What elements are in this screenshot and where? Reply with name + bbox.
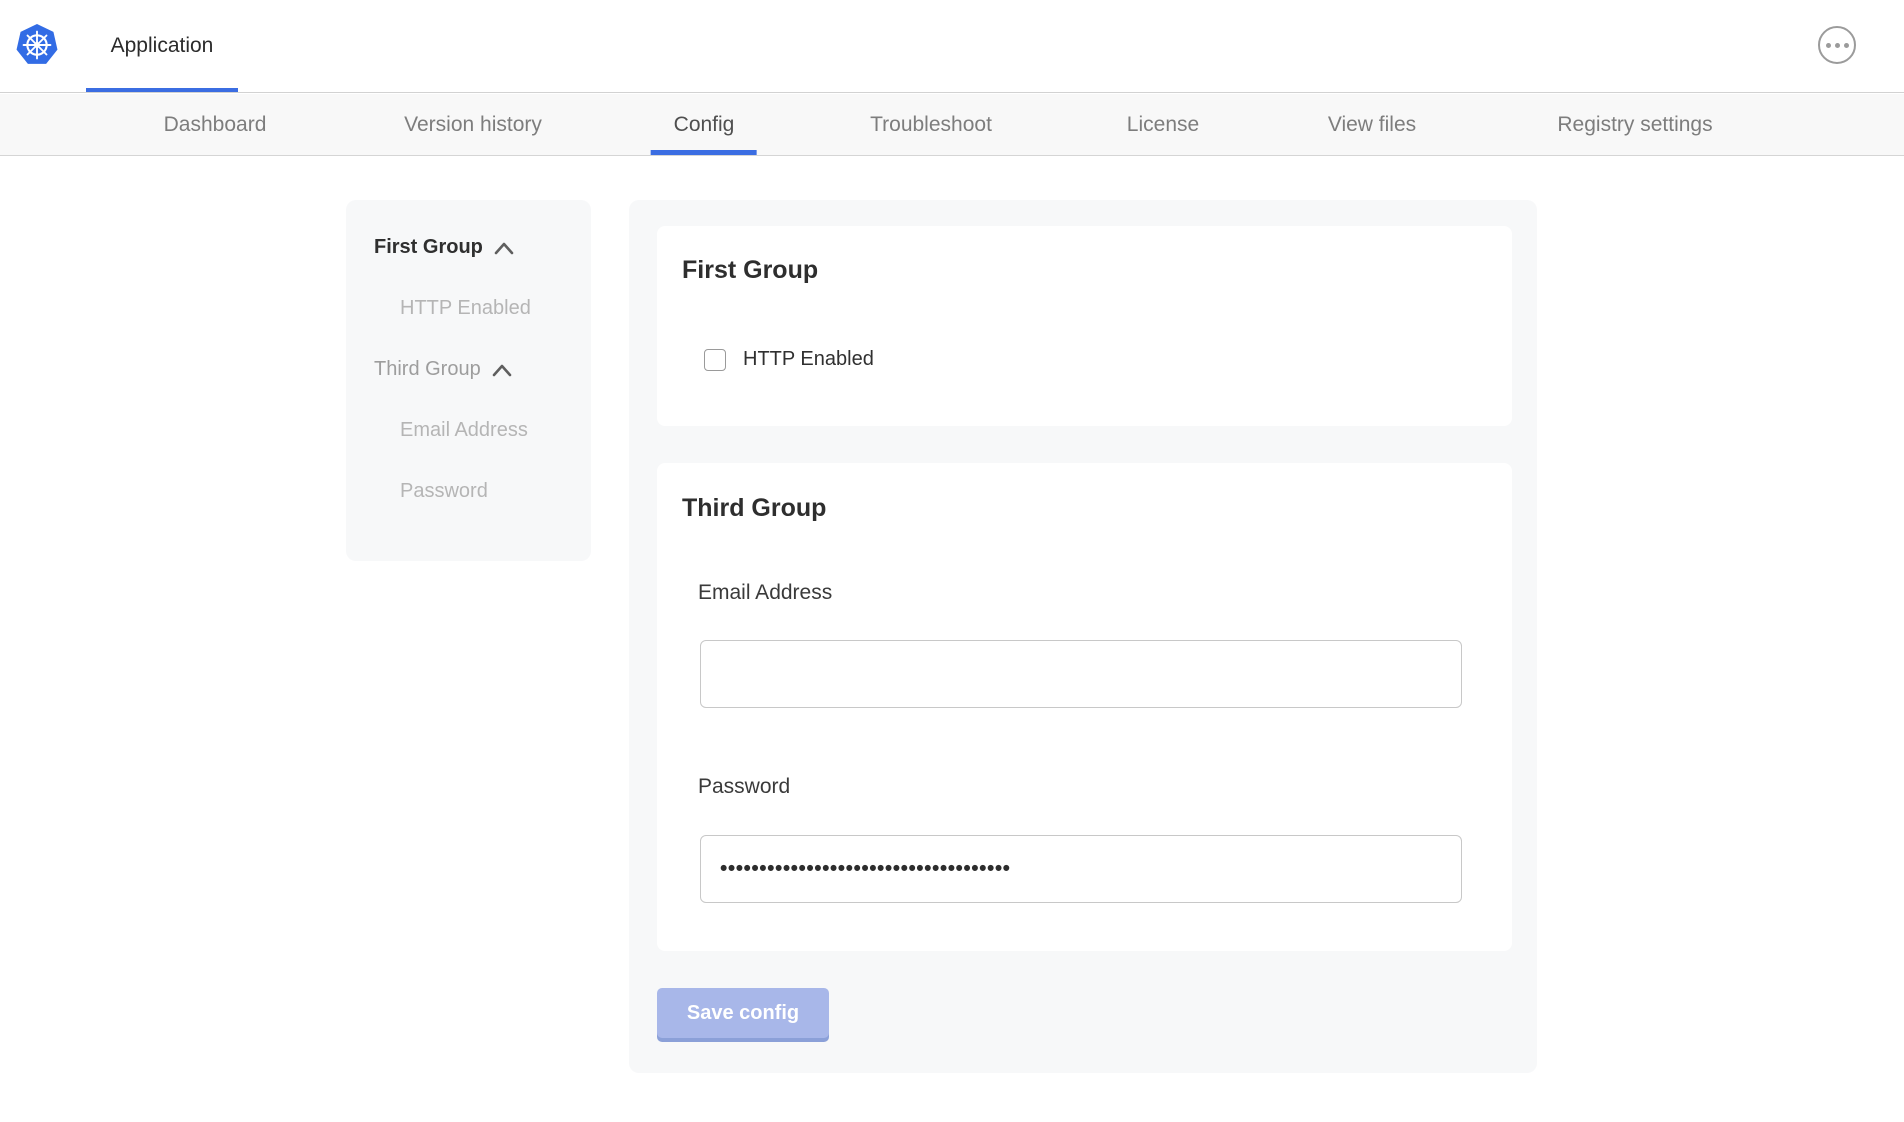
application-tab-underline	[86, 88, 238, 92]
sidebar-group-third-group[interactable]: Third Group	[346, 358, 591, 380]
tab-registry-settings[interactable]: Registry settings	[1547, 94, 1722, 155]
config-group-third-group: Third Group Email Address Password	[657, 463, 1512, 951]
sidebar-item-label: Password	[400, 480, 488, 503]
kubernetes-logo-icon	[16, 22, 58, 68]
config-panel: First Group HTTP Enabled Third Group Ema…	[629, 200, 1537, 1073]
email-address-label: Email Address	[698, 581, 832, 605]
sidebar-item-label: HTTP Enabled	[400, 297, 531, 320]
group-heading: Third Group	[682, 494, 826, 523]
sidebar-item-password[interactable]: Password	[346, 480, 591, 502]
tab-dashboard[interactable]: Dashboard	[154, 94, 277, 155]
tab-license[interactable]: License	[1117, 94, 1209, 155]
tab-version-history[interactable]: Version history	[394, 94, 552, 155]
sidebar-item-http-enabled[interactable]: HTTP Enabled	[346, 297, 591, 319]
password-label: Password	[698, 775, 790, 799]
group-heading: First Group	[682, 256, 818, 285]
app-subnav: Dashboard Version history Config Trouble…	[0, 94, 1904, 156]
save-config-button[interactable]: Save config	[657, 988, 829, 1038]
sidebar-group-label: Third Group	[374, 358, 481, 381]
chevron-up-icon	[494, 242, 514, 255]
sidebar-item-email-address[interactable]: Email Address	[346, 419, 591, 441]
password-input[interactable]	[700, 835, 1462, 903]
sidebar-item-label: Email Address	[400, 419, 528, 442]
tab-troubleshoot[interactable]: Troubleshoot	[860, 94, 1002, 155]
http-enabled-label[interactable]: HTTP Enabled	[743, 348, 874, 371]
ellipsis-icon	[1826, 43, 1831, 48]
email-address-input[interactable]	[700, 640, 1462, 708]
tab-config[interactable]: Config	[664, 94, 745, 155]
sidebar-group-first-group[interactable]: First Group	[346, 236, 591, 258]
app-header: Application	[0, 0, 1904, 93]
app-title: Application	[111, 34, 214, 58]
tab-view-files[interactable]: View files	[1318, 94, 1426, 155]
ellipsis-icon	[1835, 43, 1840, 48]
config-sidebar: First Group HTTP Enabled Third Group Ema…	[346, 200, 591, 561]
http-enabled-checkbox[interactable]	[704, 349, 726, 371]
sidebar-group-label: First Group	[374, 236, 483, 259]
overflow-menu-button[interactable]	[1818, 26, 1856, 64]
http-enabled-field: HTTP Enabled	[704, 348, 874, 371]
ellipsis-icon	[1844, 43, 1849, 48]
chevron-up-icon	[492, 364, 512, 377]
config-group-first-group: First Group HTTP Enabled	[657, 226, 1512, 426]
config-page: Application Dashboard Version history Co…	[0, 0, 1904, 1122]
tab-application[interactable]: Application	[86, 0, 238, 92]
